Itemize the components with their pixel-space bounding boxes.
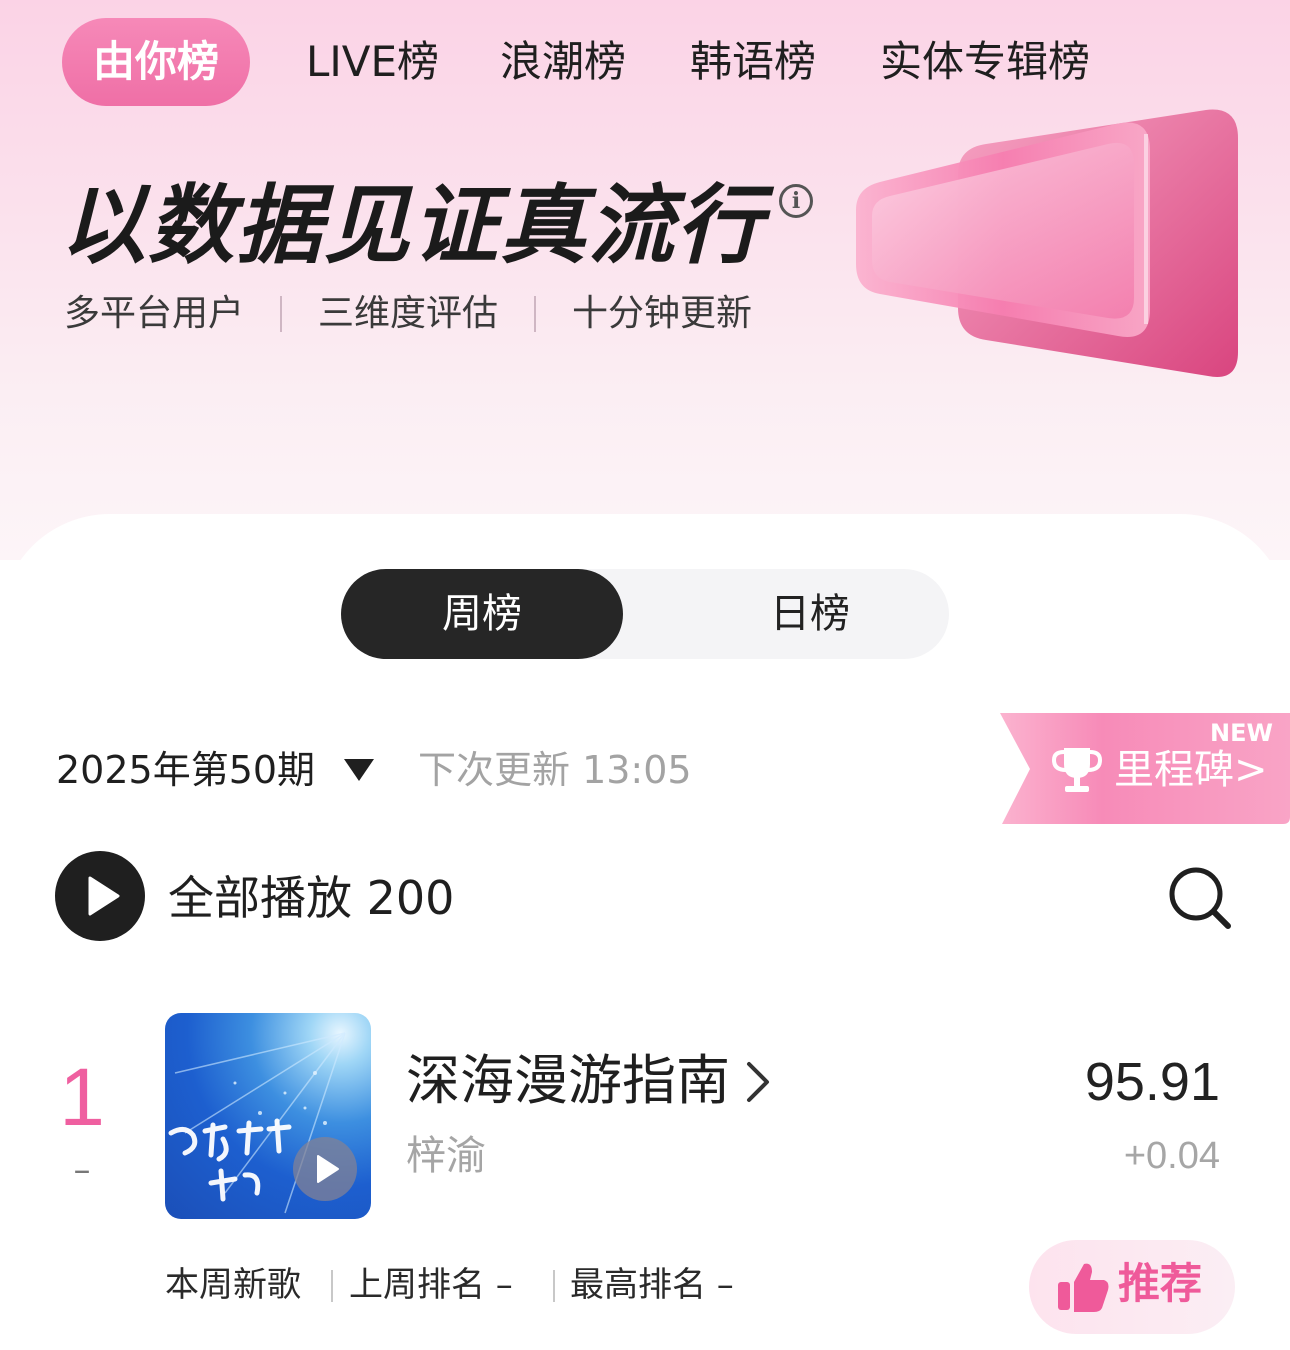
chevron-right-icon[interactable]: [745, 1060, 771, 1104]
tab-live[interactable]: LIVE榜: [306, 36, 439, 88]
next-update-text: 下次更新 13:05: [418, 748, 692, 792]
tab-daily[interactable]: 日榜: [680, 569, 940, 659]
tab-wave[interactable]: 浪潮榜: [500, 36, 626, 88]
feature-divider: [280, 296, 282, 332]
thumbs-up-icon: [1058, 1263, 1109, 1312]
milestone-label[interactable]: 里程碑>: [1114, 744, 1268, 796]
hero-play-shape-graphic: [856, 109, 1238, 378]
song-title[interactable]: 深海漫游指南: [406, 1046, 730, 1116]
play-all-label[interactable]: 全部播放 200: [168, 868, 454, 928]
info-icon[interactable]: i: [779, 184, 813, 218]
chevron-right-icon: >: [1234, 747, 1268, 793]
feature-item: 多平台用户: [64, 293, 245, 334]
peak-rank: 最高排名 –: [570, 1265, 734, 1305]
feature-item: 十分钟更新: [572, 293, 753, 334]
tab-physical-album[interactable]: 实体专辑榜: [880, 36, 1090, 88]
new-this-week-tag: 本周新歌: [165, 1265, 301, 1305]
caret-down-icon[interactable]: [342, 756, 376, 784]
tab-youni[interactable]: 由你榜: [62, 18, 250, 106]
tab-korean[interactable]: 韩语榜: [690, 36, 816, 88]
score-delta: +0.04: [1123, 1135, 1220, 1177]
song-score: 95.91: [1084, 1052, 1220, 1112]
trophy-icon: [1051, 748, 1103, 792]
artist-name[interactable]: 梓渝: [406, 1130, 486, 1182]
meta-divider: [331, 1270, 333, 1302]
play-all-button[interactable]: [55, 851, 145, 941]
cover-play-button[interactable]: [293, 1137, 357, 1201]
feature-divider: [534, 296, 536, 332]
hero-slogan: 以数据见证真流行: [60, 176, 764, 276]
rank-number: 1: [59, 1052, 105, 1143]
play-icon: [88, 876, 120, 916]
meta-divider: [553, 1270, 555, 1302]
recommend-label[interactable]: 推荐: [1118, 1256, 1202, 1312]
rank-change: –: [73, 1150, 91, 1190]
tab-weekly[interactable]: 周榜: [341, 569, 623, 659]
search-icon[interactable]: [1166, 864, 1234, 932]
period-select[interactable]: 2025年第50期: [56, 744, 315, 796]
play-icon: [317, 1155, 339, 1183]
chart-tabs: 由你榜 LIVE榜 浪潮榜 韩语榜 实体专辑榜: [0, 0, 1290, 120]
last-week-rank: 上周排名 –: [349, 1265, 513, 1305]
feature-item: 三维度评估: [318, 293, 499, 334]
